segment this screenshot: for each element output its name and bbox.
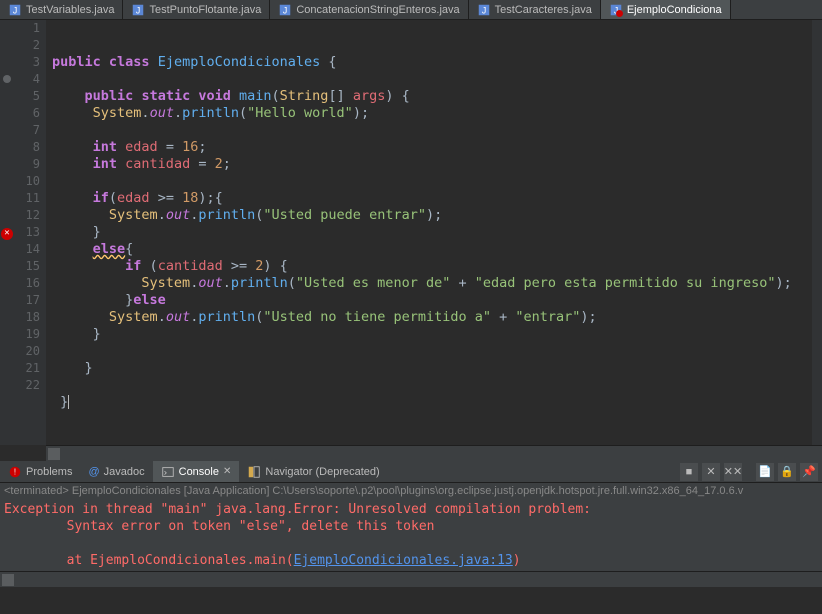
code-line: public static void main(String[] args) {: [52, 88, 410, 104]
line-numbers: 12345678910111213141516171819202122: [16, 20, 46, 445]
code-line: public class EjemploCondicionales {: [52, 54, 337, 70]
svg-text:J: J: [481, 5, 485, 15]
tab-problems[interactable]: !Problems: [0, 461, 80, 482]
code-line: int cantidad = 2;: [52, 156, 231, 172]
tab-label: EjemploCondiciona: [627, 4, 722, 16]
code-line: }: [52, 224, 101, 240]
console-icon: [161, 465, 175, 479]
tab-navigator[interactable]: Navigator (Deprecated): [239, 461, 387, 482]
overview-ruler[interactable]: [812, 20, 822, 445]
tab-concatenacion[interactable]: J ConcatenacionStringEnteros.java: [270, 0, 468, 19]
console-header: <terminated> EjemploCondicionales [Java …: [0, 483, 822, 499]
problems-icon: !: [8, 465, 22, 479]
scrollbar-thumb[interactable]: [48, 448, 60, 460]
code-line: }: [52, 326, 101, 342]
stacktrace-link[interactable]: EjemploCondicionales.java:13: [294, 553, 513, 568]
terminate-button[interactable]: ■: [680, 463, 698, 481]
svg-text:J: J: [13, 5, 17, 15]
code-line: else{: [52, 241, 133, 257]
tab-label: TestPuntoFlotante.java: [149, 4, 261, 16]
method-marker-icon: [3, 75, 11, 83]
java-icon: J: [131, 3, 145, 17]
tab-label: TestCaracteres.java: [495, 4, 592, 16]
console-line: Exception in thread "main" java.lang.Err…: [4, 502, 599, 517]
tab-testcaracteres[interactable]: J TestCaracteres.java: [469, 0, 601, 19]
console-output[interactable]: Exception in thread "main" java.lang.Err…: [0, 499, 822, 571]
code-line: System.out.println("Usted puede entrar")…: [52, 207, 442, 223]
scroll-lock-button[interactable]: 🔒: [778, 463, 796, 481]
close-icon[interactable]: ✕: [223, 466, 231, 477]
code-line: if (cantidad >= 2) {: [52, 258, 288, 274]
console-horizontal-scrollbar[interactable]: [0, 571, 822, 587]
java-icon: J: [278, 3, 292, 17]
tab-testvariables[interactable]: J TestVariables.java: [0, 0, 123, 19]
code-editor[interactable]: ✕ 12345678910111213141516171819202122 pu…: [0, 20, 822, 445]
java-icon: J: [477, 3, 491, 17]
remove-all-button[interactable]: ✕✕: [724, 463, 742, 481]
horizontal-scrollbar[interactable]: [46, 445, 822, 461]
bottom-panel: !Problems @ Javadoc Console ✕ Navigator …: [0, 461, 822, 587]
tab-ejemplocondicionales[interactable]: J EjemploCondiciona: [601, 0, 731, 19]
svg-text:J: J: [136, 5, 140, 15]
code-line: if(edad >= 18);{: [52, 190, 223, 206]
svg-text:!: !: [14, 467, 16, 476]
clear-console-button[interactable]: 📄: [756, 463, 774, 481]
console-line: Syntax error on token "else", delete thi…: [4, 519, 434, 534]
tab-testpuntoflotante[interactable]: J TestPuntoFlotante.java: [123, 0, 270, 19]
tab-label: ConcatenacionStringEnteros.java: [296, 4, 459, 16]
code-line: System.out.println("Usted es menor de" +…: [52, 275, 792, 291]
code-line: }: [52, 394, 69, 410]
navigator-icon: [247, 465, 261, 479]
tab-label: TestVariables.java: [26, 4, 114, 16]
error-marker-icon[interactable]: ✕: [1, 228, 13, 240]
code-line: }: [52, 360, 93, 376]
text-cursor: [68, 395, 69, 409]
panel-toolbar: ■ ✕ ✕✕ 📄 🔒 📌: [680, 463, 822, 481]
code-area[interactable]: public class EjemploCondicionales { publ…: [46, 20, 822, 445]
scrollbar-thumb[interactable]: [2, 574, 14, 586]
tab-console[interactable]: Console ✕: [153, 461, 240, 482]
panel-tabs: !Problems @ Javadoc Console ✕ Navigator …: [0, 461, 822, 483]
java-icon: J: [8, 3, 22, 17]
svg-text:J: J: [283, 5, 287, 15]
console-line: at EjemploCondicionales.main(EjemploCond…: [4, 553, 521, 568]
javadoc-icon: @: [88, 466, 99, 478]
code-line: System.out.println("Hello world");: [52, 105, 369, 121]
pin-console-button[interactable]: 📌: [800, 463, 818, 481]
editor-tabs: J TestVariables.java J TestPuntoFlotante.j…: [0, 0, 822, 20]
code-line: int edad = 16;: [52, 139, 206, 155]
marker-gutter: ✕: [0, 20, 16, 445]
tab-javadoc[interactable]: @ Javadoc: [80, 461, 152, 482]
remove-launch-button[interactable]: ✕: [702, 463, 720, 481]
code-line: System.out.println("Usted no tiene permi…: [52, 309, 597, 325]
java-error-icon: J: [609, 3, 623, 17]
code-line: }else: [52, 292, 166, 308]
